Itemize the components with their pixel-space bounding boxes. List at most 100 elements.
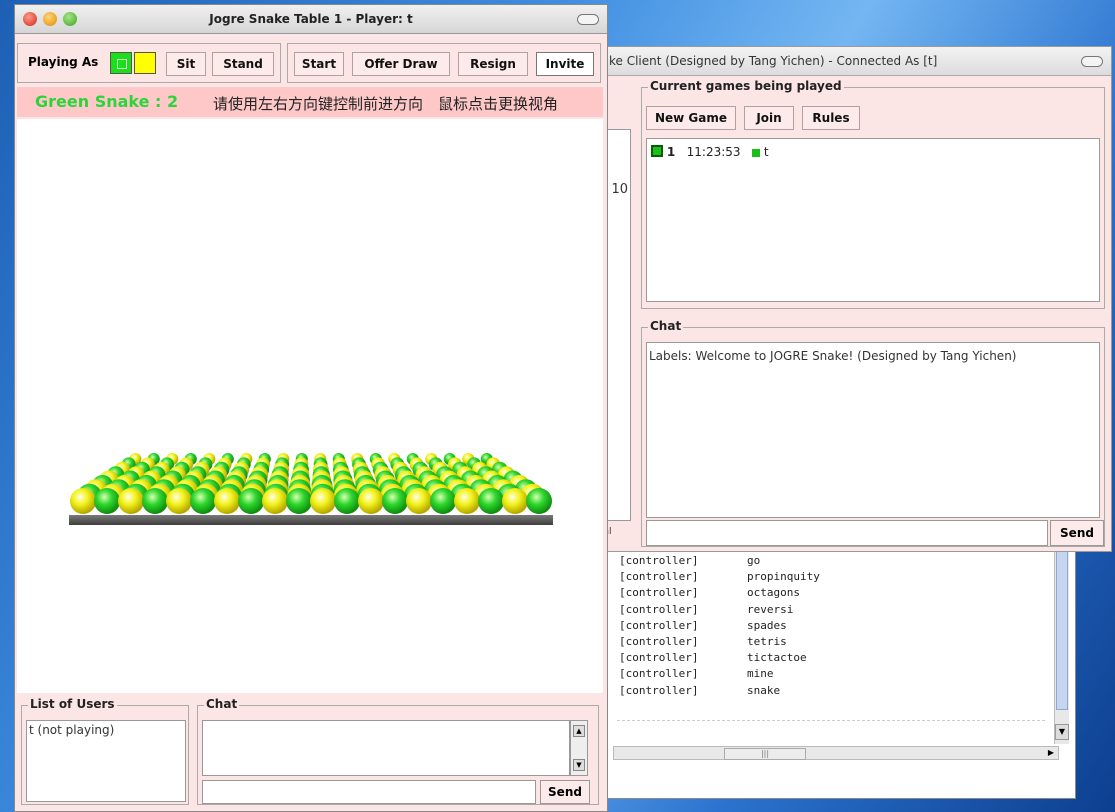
log-game-name: mine	[747, 667, 774, 681]
yellow-player-swatch[interactable]	[134, 52, 156, 74]
scroll-down-arrow-icon[interactable]: ▼	[1055, 724, 1069, 740]
table-chat-title: Chat	[204, 697, 240, 711]
client-chat-log[interactable]: Labels: Welcome to JOGRE Snake! (Designe…	[646, 342, 1100, 518]
client-title: ke Client (Designed by Tang Yichen) - Co…	[609, 54, 938, 68]
snake-ball	[70, 488, 96, 514]
users-list[interactable]: t (not playing)	[26, 720, 186, 802]
game-board-3d[interactable]	[17, 119, 603, 693]
snake-segments	[70, 453, 552, 514]
instructions-text: 请使用左右方向键控制前进方向 鼠标点击更换视角	[213, 95, 559, 113]
log-source: [controller]	[619, 586, 699, 600]
stand-button[interactable]: Stand	[212, 52, 274, 76]
rules-button[interactable]: Rules	[802, 106, 860, 130]
snake-ball	[94, 488, 120, 514]
snake-ball	[238, 488, 264, 514]
snake-ball	[142, 488, 168, 514]
client-title-bar[interactable]: ke Client (Designed by Tang Yichen) - Co…	[583, 47, 1111, 76]
log-source: [controller]	[619, 651, 699, 665]
snake-ball	[334, 488, 360, 514]
log-game-name: spades	[747, 618, 787, 632]
log-horizontal-thumb[interactable]: |||	[724, 748, 806, 760]
invite-button[interactable]: Invite	[536, 52, 594, 76]
toolbar-toggle-icon[interactable]	[1081, 56, 1103, 67]
game-number: 1	[666, 145, 676, 159]
table-chat-input[interactable]	[202, 780, 536, 804]
client-chat-panel: Chat Labels: Welcome to JOGRE Snake! (De…	[641, 319, 1105, 547]
table-window: Jogre Snake Table 1 - Player: t Playing …	[14, 4, 608, 812]
snake-ball	[310, 488, 336, 514]
resign-button[interactable]: Resign	[458, 52, 528, 76]
users-title: List of Users	[28, 697, 117, 711]
playing-as-label: Playing As	[28, 55, 99, 69]
server-log: [controller] go [controller] propinquity [co…	[619, 554, 820, 700]
chat-message: Labels: Welcome to JOGRE Snake! (Designe…	[649, 349, 1017, 363]
game-time: 11:23:53	[686, 145, 741, 159]
log-game-name: snake	[747, 683, 781, 697]
seat-controls: Playing As Sit Stand	[17, 43, 281, 83]
log-game-name: go	[747, 554, 761, 567]
snake-ball	[190, 488, 216, 514]
client-chat-input[interactable]	[646, 520, 1048, 546]
snake-ball	[166, 488, 192, 514]
green-player-swatch[interactable]	[110, 52, 132, 74]
log-line: [controller] propinquity	[619, 570, 820, 586]
user-item[interactable]: t (not playing)	[29, 723, 114, 737]
table-send-button[interactable]: Send	[540, 780, 590, 804]
log-source: [controller]	[619, 570, 699, 584]
snake-ball	[382, 488, 408, 514]
table-chat-panel: Chat ▲ ▼ Send	[197, 697, 599, 805]
scroll-down-arrow-icon[interactable]: ▼	[573, 759, 585, 771]
game-player: t	[763, 145, 769, 159]
left-list-number: 10	[611, 182, 628, 197]
snake-ball	[454, 488, 480, 514]
log-line: [controller] snake	[619, 684, 820, 700]
start-button[interactable]: Start	[294, 52, 344, 76]
snake-ball	[358, 488, 384, 514]
new-game-button[interactable]: New Game	[646, 106, 736, 130]
log-game-name: tictactoe	[747, 651, 807, 665]
log-source: [controller]	[619, 554, 699, 567]
status-bar: Green Snake : 2 请使用左右方向键控制前进方向 鼠标点击更换视角	[17, 87, 603, 117]
table-chat-log[interactable]	[202, 720, 570, 776]
player-color-icon	[752, 149, 760, 157]
scroll-up-arrow-icon[interactable]: ▲	[573, 725, 585, 737]
snake-ball	[526, 488, 552, 514]
table-title: Jogre Snake Table 1 - Player: t	[209, 12, 413, 26]
log-vertical-thumb[interactable]	[1056, 550, 1068, 710]
log-source: [controller]	[619, 667, 699, 681]
table-title-bar[interactable]: Jogre Snake Table 1 - Player: t	[15, 5, 607, 34]
sit-button[interactable]: Sit	[166, 52, 206, 76]
log-line: [controller] reversi	[619, 603, 820, 619]
log-horizontal-scrollbar[interactable]: ||| ▶	[613, 746, 1059, 760]
games-panel-title: Current games being played	[648, 79, 844, 93]
log-line: [controller] go	[619, 554, 820, 570]
board-base	[69, 515, 553, 525]
log-separator	[617, 720, 1045, 721]
server-log-window: [controller] go [controller] propinquity [co…	[560, 548, 1076, 799]
log-vertical-scrollbar[interactable]	[1054, 548, 1069, 744]
log-game-name: tetris	[747, 634, 787, 648]
table-chat-scrollbar[interactable]: ▲ ▼	[570, 720, 588, 776]
snake-ball	[286, 488, 312, 514]
games-panel: Current games being played New Game Join…	[641, 79, 1105, 309]
log-line: [controller] spades	[619, 619, 820, 635]
games-list[interactable]: 1 11:23:53 t	[646, 138, 1100, 302]
score-label: Green Snake : 2	[35, 92, 179, 111]
users-panel: List of Users t (not playing)	[21, 697, 189, 805]
offer-draw-button[interactable]: Offer Draw	[352, 52, 450, 76]
log-game-name: propinquity	[747, 570, 820, 584]
snake-board-graphic	[69, 453, 553, 525]
game-status-icon	[651, 145, 663, 157]
log-source: [controller]	[619, 602, 699, 616]
game-row[interactable]: 1 11:23:53 t	[651, 145, 769, 159]
snake-ball	[262, 488, 288, 514]
scroll-right-arrow-icon[interactable]: ▶	[1044, 747, 1058, 759]
snake-ball	[118, 488, 144, 514]
log-source: [controller]	[619, 618, 699, 632]
client-chat-title: Chat	[648, 319, 684, 333]
log-line: [controller] octagons	[619, 586, 820, 602]
toolbar-toggle-icon[interactable]	[577, 14, 599, 25]
join-button[interactable]: Join	[744, 106, 794, 130]
client-send-button[interactable]: Send	[1050, 520, 1104, 546]
game-controls: Start Offer Draw Resign Invite	[287, 43, 601, 83]
